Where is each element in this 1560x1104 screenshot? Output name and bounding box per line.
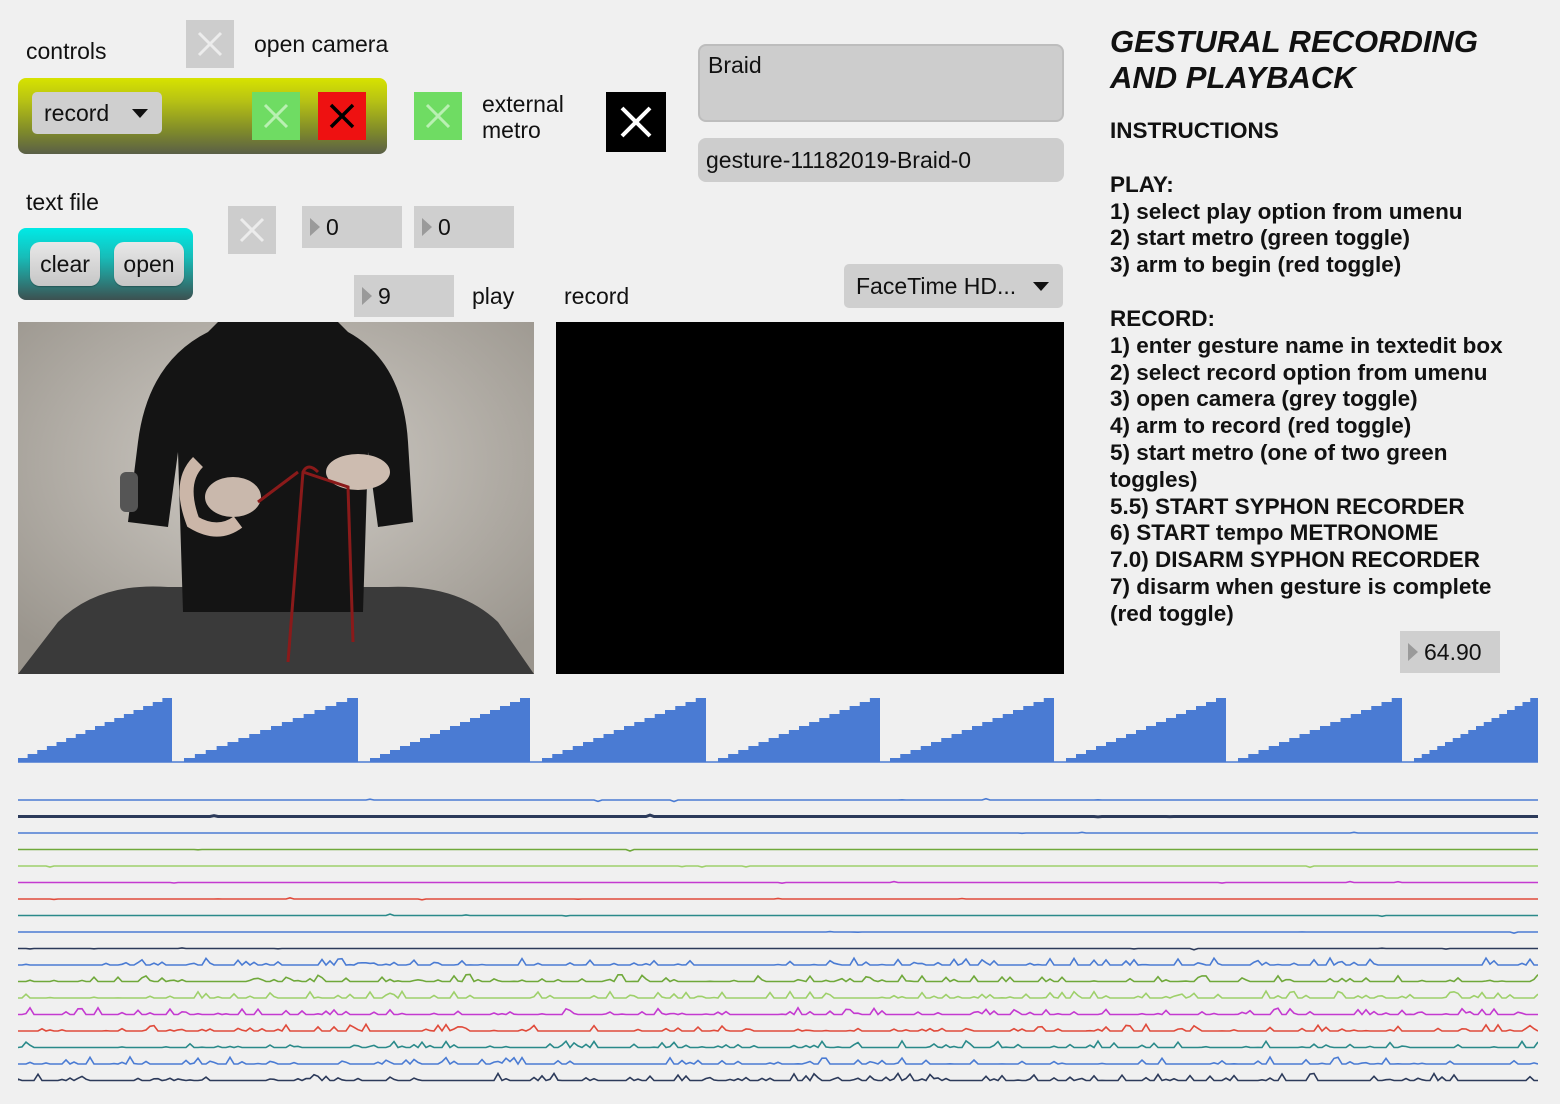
x-icon (197, 31, 223, 57)
triangle-right-icon (422, 218, 432, 236)
camera-umenu[interactable]: FaceTime HD... (844, 264, 1063, 308)
metro-toggle[interactable] (252, 92, 300, 140)
trace-line (18, 956, 1538, 967)
instructions-heading: INSTRUCTIONS (1110, 118, 1279, 143)
external-metro-label: external metro (482, 91, 564, 143)
triangle-right-icon (1408, 643, 1418, 661)
ramp-display (18, 698, 1538, 763)
x-icon (425, 103, 451, 129)
play-step: 2) start metro (green toggle) (1110, 225, 1411, 251)
title-line2: AND PLAYBACK (1110, 60, 1356, 95)
triangle-right-icon (310, 218, 320, 236)
play-step: 3) arm to begin (red toggle) (1110, 252, 1402, 278)
record-step: 5.5) START SYPHON RECORDER (1110, 493, 1465, 519)
tempo-value: 64.90 (1424, 638, 1482, 665)
record-step: 7.0) DISARM SYPHON RECORDER (1110, 547, 1481, 573)
camera-image (18, 322, 534, 674)
record-step: toggles) (1110, 466, 1198, 492)
controls-label: controls (26, 38, 107, 64)
record-step: (red toggle) (1110, 600, 1234, 626)
play-heading: PLAY: (1110, 171, 1174, 197)
chevron-down-icon (132, 109, 148, 118)
controls-panel: record (18, 78, 387, 154)
trace-line (18, 930, 1538, 935)
record-step: 2) select record option from umenu (1110, 359, 1488, 385)
trace-line (18, 947, 1538, 951)
trace-line (18, 1055, 1538, 1066)
page-title: GESTURAL RECORDING AND PLAYBACK (1110, 24, 1550, 96)
camera-umenu-value: FaceTime HD... (856, 272, 1017, 299)
triangle-right-icon (362, 287, 372, 305)
open-camera-label: open camera (254, 31, 389, 57)
play-index-value: 9 (378, 282, 391, 309)
play-index-box[interactable]: 9 (354, 275, 454, 317)
x-icon (239, 217, 265, 243)
gesture-filename-field: gesture-11182019-Braid-0 (698, 138, 1064, 182)
record-step: 5) start metro (one of two green (1110, 439, 1448, 465)
trace-line (18, 896, 1538, 901)
record-label: record (564, 283, 630, 309)
number-box-2[interactable]: 0 (414, 206, 514, 248)
record-step: 6) START tempo METRONOME (1110, 520, 1439, 546)
text-file-label: text file (26, 189, 99, 215)
external-metro-line1: external (482, 91, 564, 117)
record-step: 3) open camera (grey toggle) (1110, 386, 1418, 412)
title-line1: GESTURAL RECORDING (1110, 24, 1479, 59)
trace-line (18, 989, 1538, 1000)
gesture-name-textedit[interactable]: Braid (698, 44, 1064, 122)
number-box-2-value: 0 (438, 213, 451, 240)
instructions: INSTRUCTIONS PLAY: 1) select play option… (1110, 118, 1550, 628)
tempo-box[interactable]: 64.90 (1400, 631, 1500, 673)
open-camera-toggle[interactable] (186, 20, 234, 68)
number-box-1[interactable]: 0 (302, 206, 402, 248)
clear-button[interactable]: clear (30, 242, 100, 286)
text-file-panel: clear open (18, 228, 193, 300)
x-icon (263, 103, 289, 129)
trace-line (18, 848, 1538, 852)
trace-line (18, 1071, 1538, 1082)
trace-lines (18, 797, 1538, 1082)
play-label: play (472, 283, 515, 309)
trace-line (18, 1006, 1538, 1016)
trace-line (18, 880, 1538, 885)
arm-toggle[interactable] (318, 92, 366, 140)
number-box-1-value: 0 (326, 213, 339, 240)
trace-line (18, 797, 1538, 803)
x-icon (620, 106, 652, 138)
open-button[interactable]: open (114, 242, 184, 286)
ramp-waveform (18, 698, 1538, 763)
mode-umenu-value: record (44, 99, 110, 126)
mode-umenu[interactable]: record (32, 92, 162, 134)
trace-line (18, 913, 1538, 918)
record-step: 4) arm to record (red toggle) (1110, 413, 1412, 439)
trace-line (18, 831, 1538, 835)
trace-line (18, 813, 1538, 819)
record-step: 1) enter gesture name in textedit box (1110, 332, 1503, 358)
x-icon (329, 103, 355, 129)
play-step: 1) select play option from umenu (1110, 198, 1463, 224)
trace-line (18, 973, 1538, 983)
ramp-shape (18, 698, 1538, 762)
external-metro-toggle[interactable] (414, 92, 462, 140)
camera-view (18, 322, 534, 674)
record-view (556, 322, 1064, 674)
gesture-traces (18, 797, 1538, 1082)
record-heading: RECORD: (1110, 305, 1215, 331)
trace-line (18, 865, 1538, 869)
record-step: 7) disarm when gesture is complete (1110, 573, 1492, 599)
external-metro-line2: metro (482, 117, 541, 143)
trace-line (18, 1022, 1538, 1033)
trace-line (18, 1039, 1538, 1049)
text-toggle[interactable] (228, 206, 276, 254)
black-toggle[interactable] (606, 92, 666, 152)
chevron-down-icon (1033, 282, 1049, 291)
